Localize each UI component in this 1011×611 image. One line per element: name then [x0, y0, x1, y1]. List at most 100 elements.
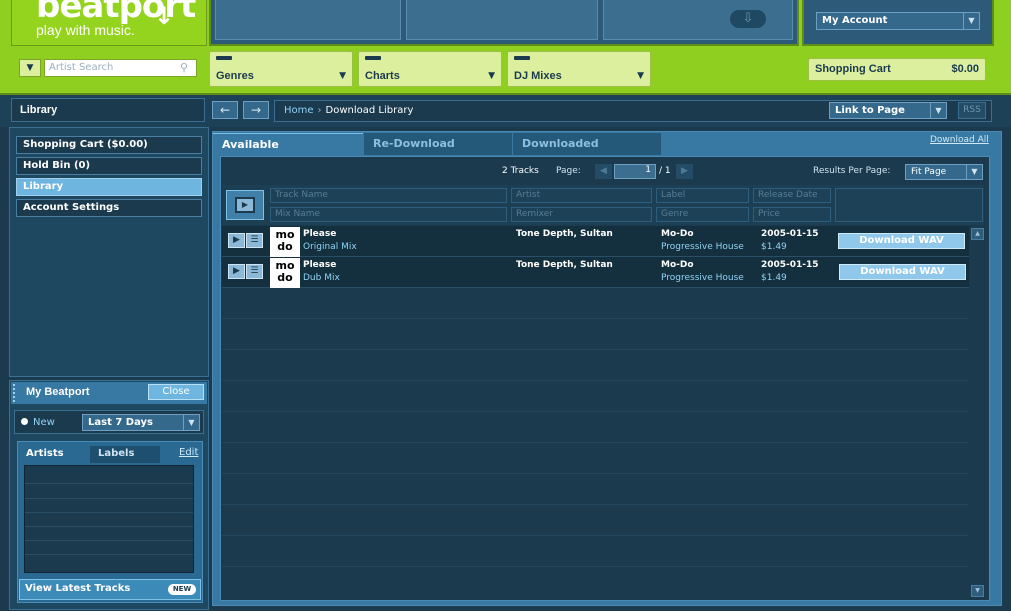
player-slot — [215, 0, 401, 40]
chevron-down-icon: ▼ — [966, 165, 982, 179]
account-box: My Account ▼ — [802, 0, 994, 46]
filter-mix-name[interactable]: Mix Name — [270, 207, 507, 222]
nav-charts[interactable]: Charts ▼ — [358, 51, 502, 87]
track-artists[interactable]: Tone Depth, Sultan — [516, 229, 613, 239]
list-divider — [25, 498, 193, 499]
new-radio[interactable] — [21, 418, 28, 425]
play-icon[interactable]: ▶ — [228, 233, 245, 248]
track-mix[interactable]: Dub Mix — [303, 273, 340, 283]
track-release-date: 2005-01-15 — [761, 260, 819, 270]
list-divider — [25, 540, 193, 541]
sidebar-item-hold-bin[interactable]: Hold Bin (0) — [16, 157, 202, 175]
chevron-down-icon: ▼ — [488, 71, 495, 81]
row-divider — [222, 349, 969, 350]
row-divider — [222, 380, 969, 381]
results-per-page-select[interactable]: Fit Page ▼ — [905, 164, 983, 180]
track-name[interactable]: Please — [303, 229, 336, 239]
track-label[interactable]: Mo-Do — [661, 260, 694, 270]
page-total: / 1 — [659, 166, 671, 176]
filter-price[interactable]: Price — [753, 207, 831, 222]
tab-available[interactable]: Available — [213, 133, 363, 155]
chevron-down-icon: ▼ — [930, 103, 946, 118]
forward-arrow-icon[interactable]: → — [243, 101, 269, 119]
breadcrumb-home[interactable]: Home — [284, 105, 314, 116]
track-info-icon[interactable]: ☰ — [246, 233, 263, 248]
tab-downloaded[interactable]: Downloaded — [513, 133, 661, 155]
edit-link[interactable]: Edit — [179, 447, 198, 458]
play-icon[interactable]: ▶ — [228, 264, 245, 279]
prev-page-icon[interactable]: ◀ — [595, 164, 612, 179]
row-divider — [222, 535, 969, 536]
headphones-icon[interactable]: ⇩ — [730, 10, 766, 28]
search-icon[interactable]: ⚲ — [180, 61, 188, 74]
track-info-icon[interactable]: ☰ — [246, 264, 263, 279]
track-genre[interactable]: Progressive House — [661, 273, 744, 283]
filter-track-name[interactable]: Track Name — [270, 188, 507, 203]
shopping-cart-button[interactable]: Shopping Cart $0.00 — [808, 58, 986, 81]
list-divider — [25, 526, 193, 527]
track-count: 2 Tracks — [502, 166, 539, 176]
page-input[interactable]: 1 — [614, 164, 656, 179]
back-arrow-icon[interactable]: ← — [212, 101, 238, 119]
tab-artists[interactable]: Artists — [18, 446, 88, 463]
scrollbar[interactable] — [970, 226, 984, 598]
sidebar-item-account-settings[interactable]: Account Settings — [16, 199, 202, 217]
date-range-select[interactable]: Last 7 Days ▼ — [82, 414, 200, 431]
release-cover[interactable]: mo do — [270, 227, 300, 257]
download-wav-button[interactable]: Download WAV — [838, 233, 965, 249]
track-artists[interactable]: Tone Depth, Sultan — [516, 260, 613, 270]
release-cover[interactable]: mo do — [270, 258, 300, 288]
chevron-down-icon: ▼ — [637, 71, 644, 81]
scroll-up-icon[interactable]: ▲ — [971, 228, 984, 240]
scroll-down-icon[interactable]: ▼ — [971, 585, 984, 597]
results-per-page-label: Results Per Page: — [813, 166, 891, 176]
cart-label: Shopping Cart — [815, 63, 891, 75]
row-divider — [222, 411, 969, 412]
play-icon: ▶ — [235, 197, 255, 213]
grip-icon — [216, 56, 232, 60]
nav-charts-label: Charts — [365, 70, 400, 82]
track-mix[interactable]: Original Mix — [303, 242, 357, 252]
nav-genres[interactable]: Genres ▼ — [209, 51, 353, 87]
filter-remixer[interactable]: Remixer — [511, 207, 652, 222]
filter-genre[interactable]: Genre — [656, 207, 749, 222]
rss-button[interactable]: RSS — [958, 102, 986, 119]
search-menu-button[interactable]: ▼ — [19, 59, 41, 77]
track-price: $1.49 — [761, 273, 787, 283]
track-release-date: 2005-01-15 — [761, 229, 819, 239]
filter-release-date[interactable]: Release Date — [753, 188, 831, 203]
nav-genres-label: Genres — [216, 70, 254, 82]
download-wav-button[interactable]: Download WAV — [839, 264, 966, 280]
artist-search-input[interactable]: Artist Search — [44, 59, 197, 77]
page-label: Page: — [556, 166, 581, 176]
link-to-page-label: Link to Page — [835, 105, 905, 116]
logo-arrow-icon: ↓ — [154, 2, 175, 30]
track-genre[interactable]: Progressive House — [661, 242, 744, 252]
list-divider — [25, 483, 193, 484]
track-label[interactable]: Mo-Do — [661, 229, 694, 239]
play-all-button[interactable]: ▶ — [226, 190, 264, 220]
nav-dj-mixes[interactable]: DJ Mixes ▼ — [507, 51, 651, 87]
artists-list — [24, 465, 194, 573]
player-panel: ⇩ — [209, 0, 799, 46]
link-to-page-select[interactable]: Link to Page ▼ — [829, 102, 947, 119]
breadcrumb-separator-icon: › — [317, 105, 322, 116]
row-divider — [222, 566, 969, 567]
close-button[interactable]: Close — [148, 384, 204, 400]
player-slot — [406, 0, 598, 40]
drag-handle-icon[interactable] — [13, 384, 18, 402]
filter-artist[interactable]: Artist — [511, 188, 652, 203]
next-page-icon[interactable]: ▶ — [676, 164, 693, 179]
tab-redownload[interactable]: Re-Download — [364, 133, 512, 155]
track-name[interactable]: Please — [303, 260, 336, 270]
breadcrumb-current: Download Library — [325, 105, 414, 116]
sidebar-item-library[interactable]: Library — [16, 178, 202, 196]
my-account-select[interactable]: My Account ▼ — [816, 12, 980, 30]
tab-labels[interactable]: Labels — [90, 446, 160, 463]
logo[interactable]: beatport play with music. ↓ — [11, 0, 207, 46]
filter-label[interactable]: Label — [656, 188, 749, 203]
filter-action-column — [835, 188, 983, 222]
row-divider — [222, 504, 969, 505]
download-all-link[interactable]: Download All — [930, 135, 989, 145]
sidebar-item-shopping-cart[interactable]: Shopping Cart ($0.00) — [16, 136, 202, 154]
